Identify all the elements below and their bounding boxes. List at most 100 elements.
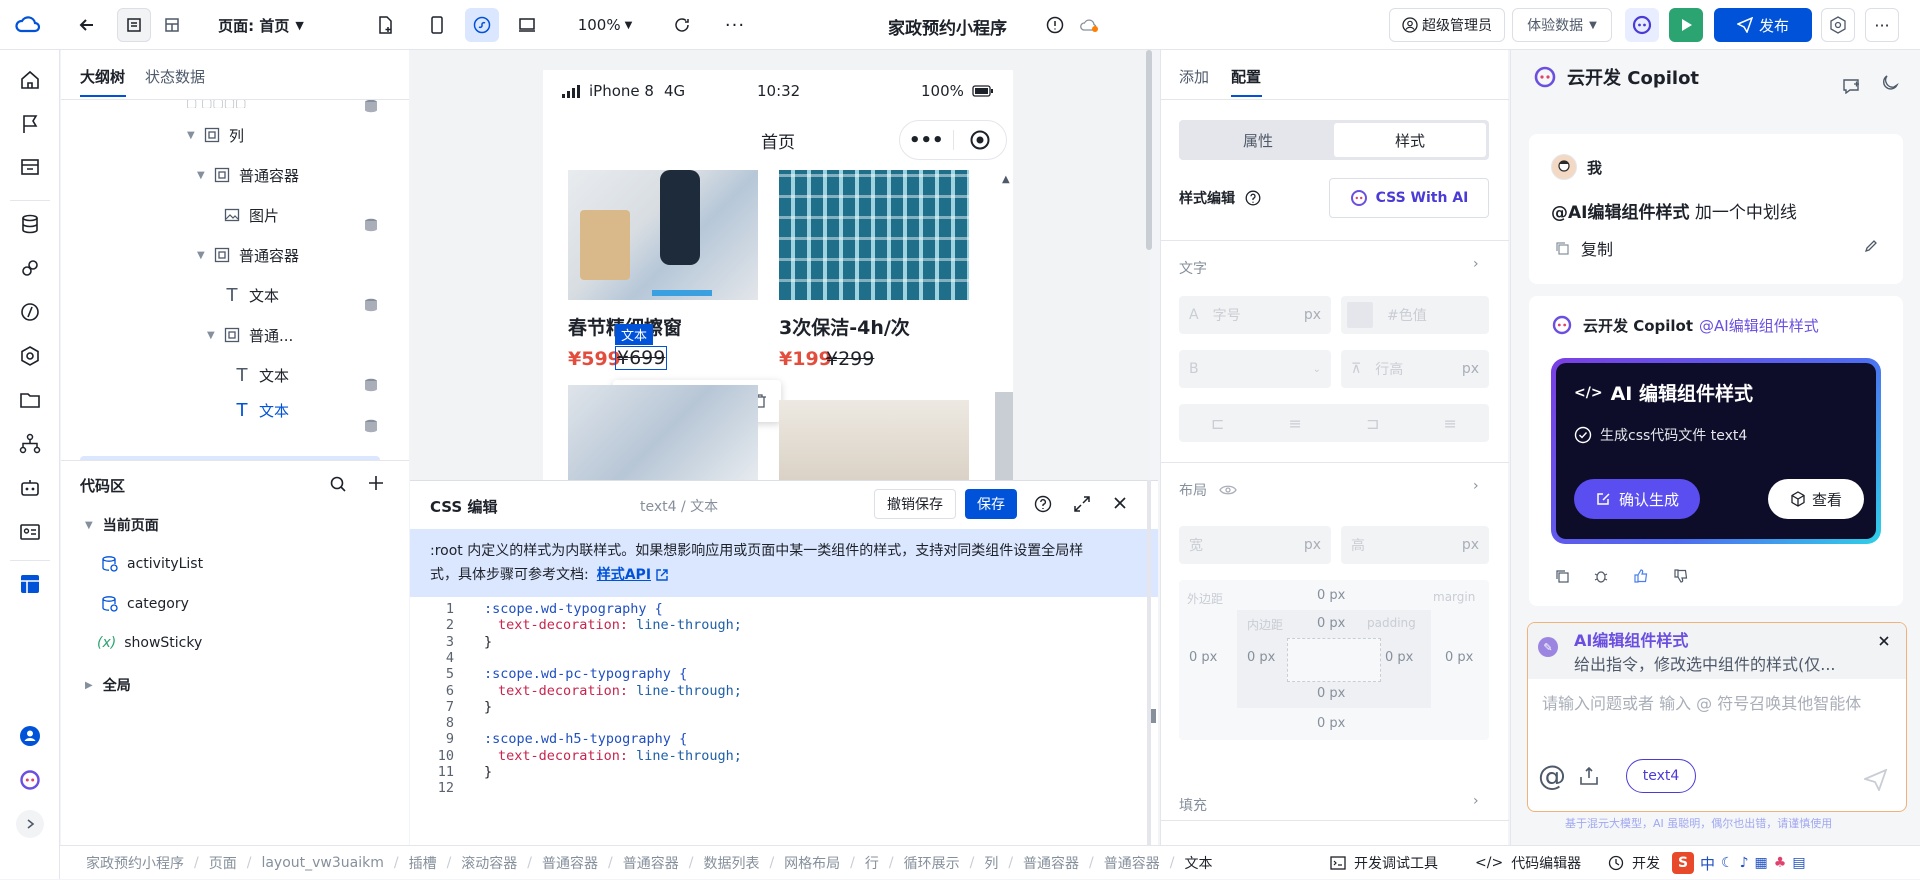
more-dots-icon[interactable]: ••• (900, 130, 953, 151)
product-image-cleaning[interactable] (568, 170, 758, 300)
capsule-menu[interactable]: ••• (899, 120, 1007, 160)
save-button[interactable]: 保存 (965, 489, 1017, 519)
add-page-icon[interactable] (368, 8, 402, 42)
padding-top-value[interactable]: 0 px (1317, 616, 1345, 631)
scroll-up-icon[interactable]: ▲ (1002, 174, 1010, 185)
skin-icon[interactable]: ♣ (1774, 855, 1787, 871)
moon-icon[interactable]: ☾ (1721, 855, 1734, 871)
css-with-ai-button[interactable]: CSS With AI (1329, 178, 1489, 218)
page-list-icon[interactable] (117, 8, 151, 42)
confirm-generate-button[interactable]: 确认生成 (1574, 479, 1700, 519)
page-builder-icon[interactable] (16, 154, 44, 182)
product-name[interactable]: 3次保洁-4h/次 (779, 313, 910, 340)
font-weight-select[interactable]: B ⌄ (1179, 350, 1331, 388)
product-image-building[interactable] (779, 170, 969, 300)
close-icon[interactable] (1878, 635, 1890, 647)
code-item-category[interactable]: category (101, 595, 189, 613)
product-price[interactable]: ¥599 (568, 348, 621, 370)
breadcrumb-item[interactable]: 普通容器 (623, 853, 679, 873)
search-icon[interactable] (329, 475, 347, 493)
external-link-icon[interactable] (655, 568, 669, 582)
tree-node-text[interactable]: T 文本 (229, 358, 290, 392)
account-icon[interactable] (16, 722, 44, 750)
more-icon[interactable]: ··· (718, 8, 752, 42)
product-old-price-selected[interactable]: ¥699 (615, 346, 668, 370)
flag-icon[interactable] (16, 110, 44, 138)
margin-top-value[interactable]: 0 px (1317, 588, 1345, 603)
keyboard-icon[interactable]: ▦ (1755, 855, 1768, 871)
dev-button[interactable]: 开发 (1608, 846, 1660, 880)
more-menu-icon[interactable]: ··· (1865, 8, 1899, 42)
height-input[interactable]: 高 px (1341, 526, 1489, 564)
chat-input[interactable]: 请输入问题或者 输入 @ 符号召唤其他智能体 (1542, 691, 1892, 717)
cloud-status-icon[interactable] (1072, 8, 1106, 42)
breadcrumb-item[interactable]: 普通容器 (1104, 853, 1160, 873)
align-right-icon[interactable]: ⊐ (1366, 414, 1379, 433)
link-icon[interactable] (16, 254, 44, 282)
copilot-rail-icon[interactable] (16, 766, 44, 794)
tab-outline-tree[interactable]: 大纲树 (80, 66, 125, 87)
margin-left-value[interactable]: 0 px (1189, 650, 1217, 665)
breadcrumb-item[interactable]: 家政预约小程序 (86, 853, 184, 873)
tree-node-container[interactable]: ▼ 普通... (207, 318, 293, 352)
code-editor[interactable]: 1:scope.wd-typography {2 text-decoration:… (410, 597, 1146, 846)
chevron-right-icon[interactable]: › (1473, 478, 1479, 494)
workflow-icon[interactable] (16, 430, 44, 458)
tree-node-container[interactable]: ▼ 普通容器 (197, 158, 299, 192)
mobile-view-icon[interactable] (420, 8, 454, 42)
padding-right-value[interactable]: 0 px (1385, 650, 1413, 665)
margin-right-value[interactable]: 0 px (1445, 650, 1473, 665)
pc-view-icon[interactable] (510, 8, 544, 42)
align-justify-icon[interactable]: ≡ (1444, 414, 1457, 433)
color-input[interactable]: #色值 (1341, 296, 1489, 334)
dark-mode-icon[interactable] (1881, 74, 1899, 92)
thumbs-up-icon[interactable] (1633, 568, 1649, 584)
width-input[interactable]: 宽 px (1179, 526, 1331, 564)
info-icon[interactable] (1038, 8, 1072, 42)
page-selector[interactable]: 页面: 首页 ▼ (206, 8, 316, 42)
publish-button[interactable]: 发布 (1714, 8, 1812, 42)
grid-apps-icon[interactable]: ▤ (1792, 855, 1805, 871)
align-center-icon[interactable]: ≡ (1289, 414, 1302, 433)
zoom-select[interactable]: 100% ▼ (570, 8, 640, 42)
breadcrumb-item[interactable]: 滚动容器 (461, 853, 517, 873)
code-item-activitylist[interactable]: activityList (101, 555, 203, 573)
breadcrumb-item[interactable]: 列 (984, 853, 998, 873)
style-api-link[interactable]: 样式API (597, 563, 651, 587)
breadcrumb-item[interactable]: 行 (865, 853, 879, 873)
at-mention-icon[interactable]: @ (1538, 759, 1566, 792)
tree-node-text[interactable]: T 文本 (219, 278, 280, 312)
back-arrow-icon[interactable] (70, 8, 104, 42)
code-item-showsticky[interactable]: (x) showSticky (97, 635, 202, 651)
outline-panel-icon[interactable] (16, 570, 44, 598)
chinese-ime-icon[interactable]: 中 (1700, 853, 1715, 874)
id-card-icon[interactable] (16, 518, 44, 546)
tree-node-container[interactable]: ▼ 普通容器 (197, 238, 299, 272)
context-chip[interactable]: text4 (1626, 759, 1696, 793)
ime-s-icon[interactable]: S (1672, 852, 1694, 874)
font-size-input[interactable]: A 字号 px (1179, 296, 1331, 334)
product-image-mopping[interactable] (568, 385, 758, 480)
breadcrumb-item[interactable]: 文本 (1184, 853, 1212, 873)
line-height-input[interactable]: ⊼ 行高 px (1341, 350, 1489, 388)
new-chat-icon[interactable] (1841, 76, 1861, 94)
segment-attributes[interactable]: 属性 (1182, 123, 1334, 157)
chevron-right-icon[interactable]: › (1473, 256, 1479, 272)
help-icon[interactable] (1034, 495, 1052, 513)
canvas-scrollbar[interactable] (1146, 50, 1152, 250)
padding-bottom-value[interactable]: 0 px (1317, 686, 1345, 701)
preview-play-icon[interactable] (1669, 8, 1703, 42)
phone-scrollbar-thumb[interactable] (995, 392, 1013, 480)
folder-icon[interactable] (16, 386, 44, 414)
edit-icon[interactable] (1863, 238, 1879, 254)
tab-add[interactable]: 添加 (1179, 66, 1209, 87)
layout-icon[interactable] (155, 8, 189, 42)
tree-node-text-selected[interactable]: T 文本 (229, 393, 290, 427)
mic-icon[interactable]: ♪ (1740, 855, 1749, 871)
refresh-icon[interactable] (665, 8, 699, 42)
database-icon[interactable] (16, 210, 44, 238)
function-icon[interactable] (16, 298, 44, 326)
breadcrumb-item[interactable]: layout_vw3uaikm (261, 855, 383, 871)
breadcrumb-item[interactable]: 普通容器 (1023, 853, 1079, 873)
product-price[interactable]: ¥199 (779, 348, 832, 370)
